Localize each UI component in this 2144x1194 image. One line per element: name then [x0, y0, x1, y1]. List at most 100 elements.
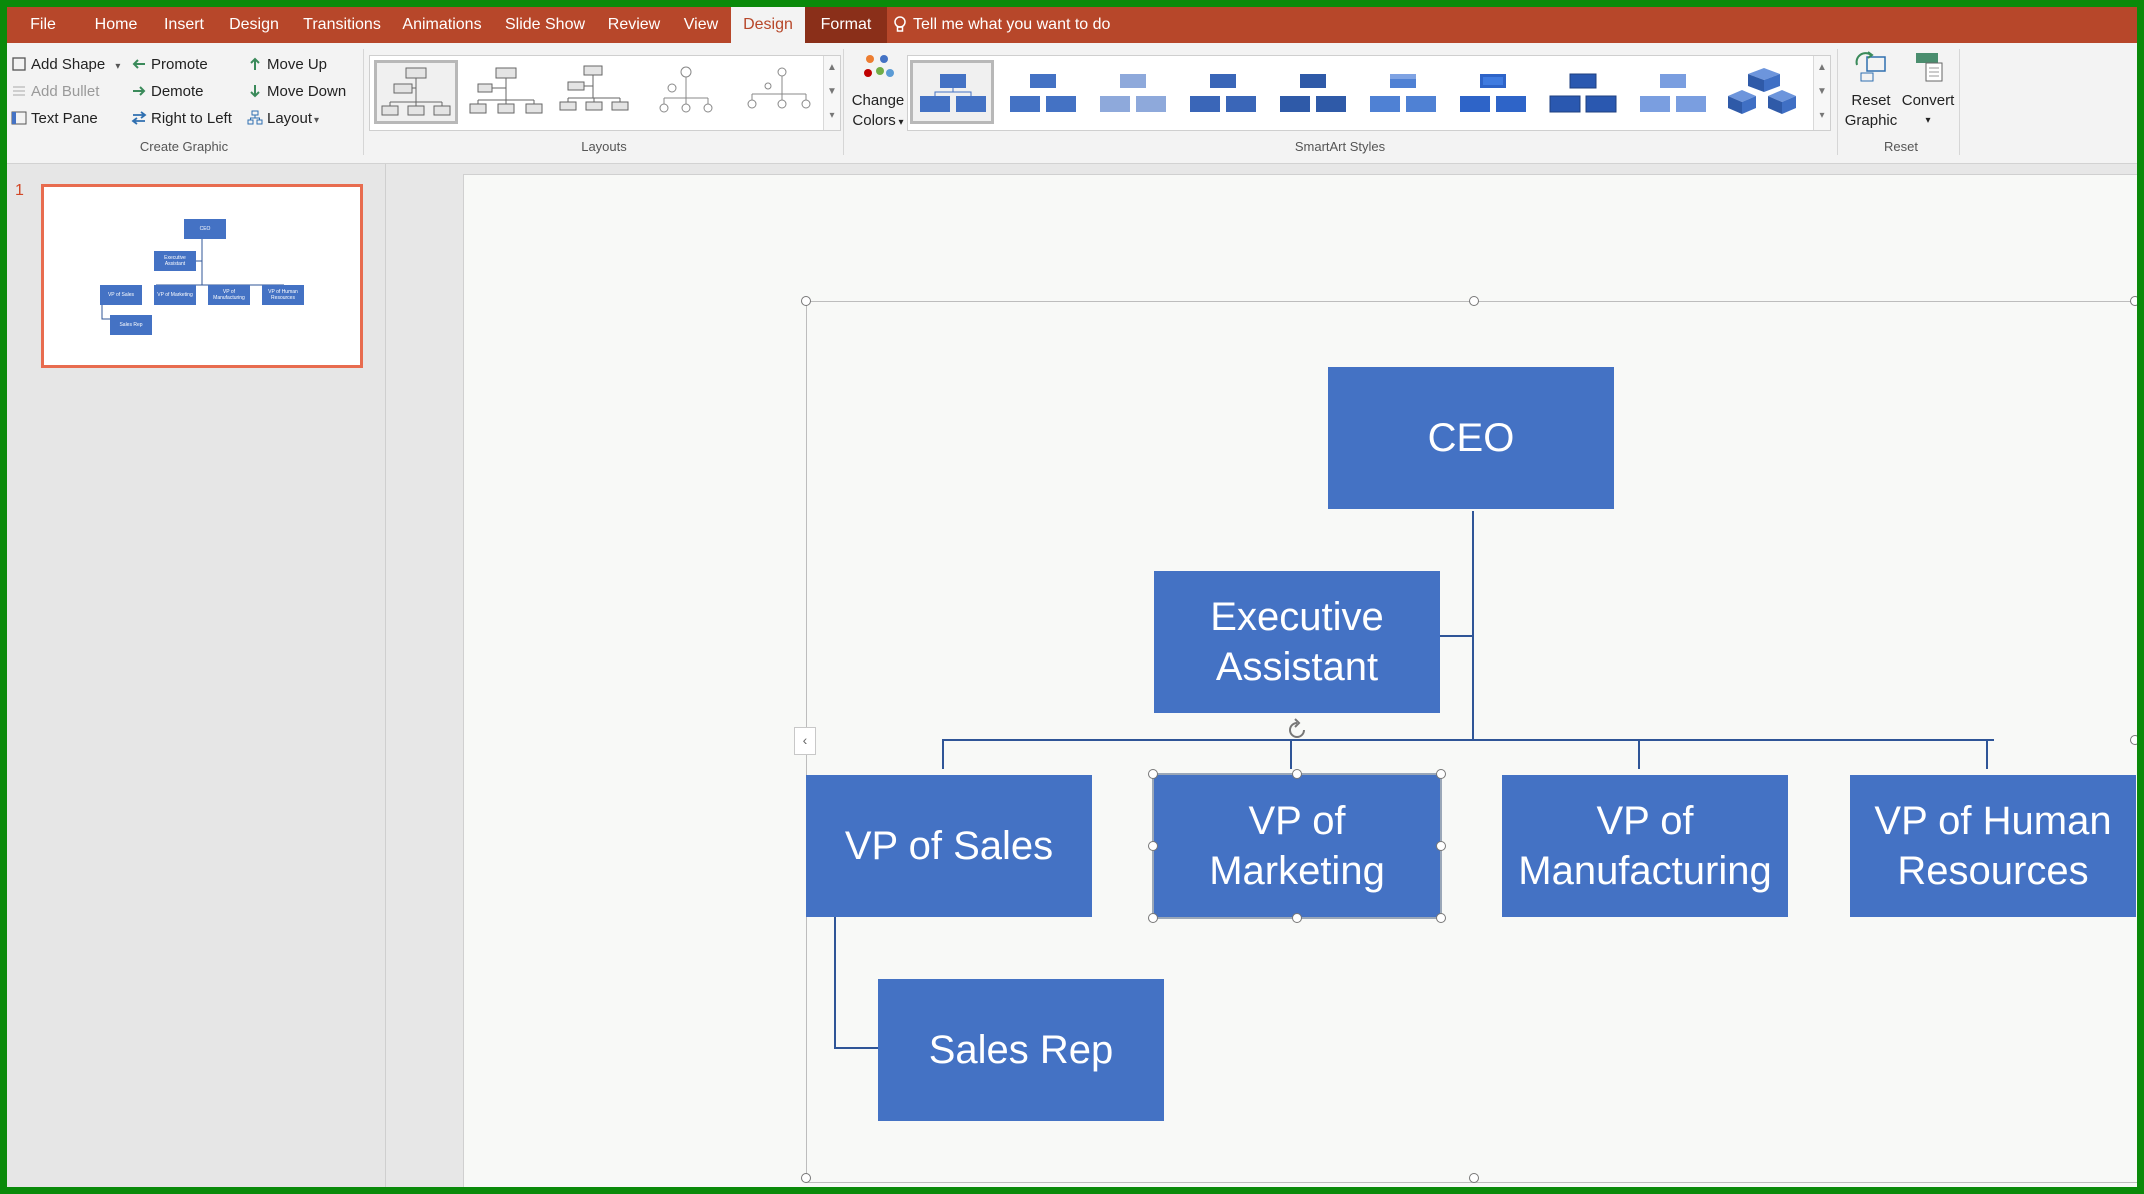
style-option-simple-fill[interactable] [910, 60, 994, 124]
arrow-up-icon [247, 56, 263, 72]
right-to-left-button[interactable]: Right to Left [131, 107, 232, 131]
shape-resize-handle[interactable] [1292, 769, 1302, 779]
layouts-group-label: Layouts [581, 139, 627, 154]
layout-option-circle-org[interactable] [644, 60, 728, 124]
thumb-node-ceo: CEO [184, 219, 226, 239]
shape-resize-handle[interactable] [1436, 769, 1446, 779]
node-vp-sales[interactable]: VP of Sales [806, 775, 1092, 917]
tab-review[interactable]: Review [601, 7, 667, 43]
shape-resize-handle[interactable] [1436, 841, 1446, 851]
layout-option-name-title-org[interactable] [464, 60, 548, 124]
add-shape-dropdown-icon[interactable]: ▾ [115, 61, 120, 72]
styles-gallery-scroll[interactable]: ▲ ▼ ▾ [1813, 56, 1830, 130]
node-vp-manufacturing[interactable]: VP of Manufacturing [1502, 775, 1788, 917]
style-option-intense[interactable] [1270, 60, 1354, 124]
add-shape-button[interactable]: Add Shape ▾ [11, 53, 120, 77]
frame-resize-handle[interactable] [801, 296, 811, 306]
tab-design[interactable]: Design [221, 7, 287, 43]
slide-canvas[interactable]: ‹ CEO Executive Assistant VP of Sales VP… [463, 174, 2137, 1187]
frame-resize-handle[interactable] [801, 1173, 811, 1183]
style-option-3d-brick[interactable] [1720, 60, 1804, 124]
scroll-up-icon[interactable]: ▲ [1814, 56, 1830, 80]
scroll-down-icon[interactable]: ▼ [824, 80, 840, 104]
tab-animations[interactable]: Animations [397, 7, 487, 43]
node-sales-rep-text: Sales Rep [928, 1028, 1114, 1072]
layouts-gallery-scroll[interactable]: ▲ ▼ ▾ [823, 56, 840, 130]
promote-label: Promote [151, 56, 208, 73]
node-ceo[interactable]: CEO [1328, 367, 1614, 509]
tell-me-box[interactable]: Tell me what you want to do [893, 7, 1110, 43]
style-subtle-icon [1100, 74, 1166, 112]
shape-resize-handle[interactable] [1436, 913, 1446, 923]
add-bullet-button[interactable]: Add Bullet [11, 80, 99, 104]
change-colors-button[interactable]: Change Colors ▾ [847, 49, 909, 133]
node-exec-text-2: Assistant [1215, 645, 1379, 689]
style-option-white-outline[interactable] [1000, 60, 1084, 124]
layouts-gallery: ▲ ▼ ▾ [369, 55, 841, 131]
thumb-node-vp-manufacturing: VP of Manufacturing [208, 285, 250, 305]
slide-thumbnail-1[interactable]: CEO Executive Assistant VP of Sales VP o… [41, 184, 363, 368]
text-pane-icon [11, 110, 27, 126]
move-down-label: Move Down [267, 83, 347, 100]
text-pane-toggle[interactable]: ‹ [794, 727, 816, 755]
move-up-button[interactable]: Move Up [247, 53, 327, 77]
node-vp-manufacturing-text-2: Manufacturing [1518, 849, 1772, 893]
layout-label: Layout [267, 110, 313, 127]
style-option-moderate[interactable] [1180, 60, 1264, 124]
arrow-down-icon [247, 83, 263, 99]
tab-view[interactable]: View [675, 7, 727, 43]
thumb-node-sales-rep: Sales Rep [110, 315, 152, 335]
node-executive-assistant[interactable]: Executive Assistant [1154, 571, 1440, 713]
connector-exec [1436, 635, 1472, 637]
tab-home[interactable]: Home [85, 7, 147, 43]
rotate-handle-icon[interactable] [1284, 717, 1310, 743]
text-pane-button[interactable]: Text Pane [11, 107, 98, 131]
frame-resize-handle[interactable] [1469, 1173, 1479, 1183]
layout-button[interactable]: Layout ▾ [247, 107, 319, 131]
connector-ceo-trunk [1472, 511, 1474, 741]
move-down-button[interactable]: Move Down [247, 80, 346, 104]
connector-vp-marketing [1290, 739, 1292, 769]
shape-resize-handle[interactable] [1148, 841, 1158, 851]
shape-resize-handle[interactable] [1148, 769, 1158, 779]
demote-button[interactable]: Demote [131, 80, 204, 104]
node-vp-manufacturing-text-1: VP of [1596, 799, 1694, 843]
group-separator [1837, 49, 1838, 155]
promote-button[interactable]: Promote [131, 53, 208, 77]
tab-format[interactable]: Format [805, 7, 887, 43]
convert-button[interactable]: Convert ▾ [1895, 49, 1961, 131]
layout-option-org-chart[interactable] [374, 60, 458, 124]
scroll-up-icon[interactable]: ▲ [824, 56, 840, 80]
reset-graphic-button[interactable]: Reset Graphic [1841, 49, 1901, 131]
style-option-cartoon[interactable] [1540, 60, 1624, 124]
gallery-more-icon[interactable]: ▾ [824, 104, 840, 128]
frame-resize-handle[interactable] [1469, 296, 1479, 306]
style-option-polished[interactable] [1360, 60, 1444, 124]
node-vp-marketing[interactable]: VP of Marketing [1152, 773, 1442, 919]
gallery-more-icon[interactable]: ▾ [1814, 104, 1830, 128]
style-option-subtle[interactable] [1090, 60, 1174, 124]
frame-resize-handle[interactable] [2130, 735, 2137, 745]
style-option-inset[interactable] [1450, 60, 1534, 124]
group-separator [1959, 49, 1960, 155]
tell-me-text: Tell me what you want to do [913, 16, 1111, 33]
shape-resize-handle[interactable] [1148, 913, 1158, 923]
tab-slide-show[interactable]: Slide Show [497, 7, 593, 43]
tab-insert[interactable]: Insert [155, 7, 213, 43]
layout-option-half-circle-org[interactable] [554, 60, 638, 124]
scroll-down-icon[interactable]: ▼ [1814, 80, 1830, 104]
style-cartoon-icon [1549, 73, 1617, 113]
frame-resize-handle[interactable] [2130, 296, 2137, 306]
tab-smartart-design[interactable]: Design [731, 7, 805, 43]
tab-transitions[interactable]: Transitions [295, 7, 389, 43]
shape-resize-handle[interactable] [1292, 913, 1302, 923]
change-colors-label-1: Change [851, 92, 905, 109]
tab-file[interactable]: File [17, 7, 69, 43]
style-white-outline-icon [1010, 74, 1076, 112]
style-option-powder[interactable] [1630, 60, 1714, 124]
layout-option-horizontal-org[interactable] [734, 60, 818, 124]
node-sales-rep[interactable]: Sales Rep [878, 979, 1164, 1121]
thumb-node-vp-sales: VP of Sales [100, 285, 142, 305]
reset-graphic-icon [1855, 51, 1886, 82]
node-vp-human-resources[interactable]: VP of Human Resources [1850, 775, 2136, 917]
